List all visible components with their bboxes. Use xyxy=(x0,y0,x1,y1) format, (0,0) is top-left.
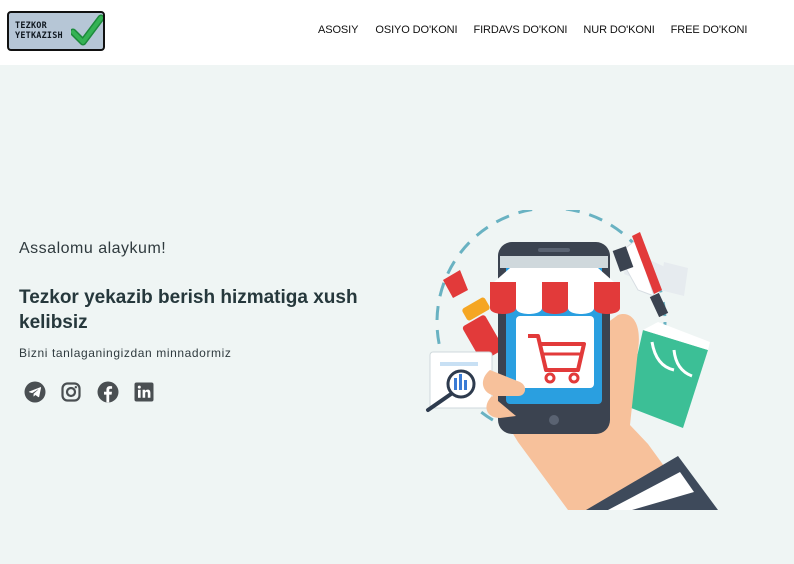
logo-text-line1: TEZKOR xyxy=(15,21,47,31)
logo-text: TEZKOR YETKAZISH xyxy=(15,21,73,41)
document-chart-icon xyxy=(426,351,493,412)
main-nav: ASOSIY OSIYO DO'KONI FIRDAVS DO'KONI NUR… xyxy=(318,22,747,38)
linkedin-icon xyxy=(134,382,154,402)
facebook-link[interactable] xyxy=(96,380,120,404)
nav-item-free-dokoni[interactable]: FREE DO'KONI xyxy=(671,22,748,38)
linkedin-link[interactable] xyxy=(132,380,156,404)
nav-item-firdavs-dokoni[interactable]: FIRDAVS DO'KONI xyxy=(473,22,567,38)
telegram-icon xyxy=(24,381,46,403)
nav-item-osiyo-dokoni[interactable]: OSIYO DO'KONI xyxy=(375,22,457,38)
instagram-icon xyxy=(61,382,81,402)
store-awning-icon xyxy=(490,256,620,314)
logo-text-line2: YETKAZISH xyxy=(15,31,63,41)
instagram-link[interactable] xyxy=(59,380,83,404)
facebook-icon xyxy=(97,381,119,403)
hero-title: Tezkor yekazib berish hizmatiga xush kel… xyxy=(19,287,358,333)
site-header: TEZKOR YETKAZISH ASOSIY OSIYO DO'KONI FI… xyxy=(0,0,794,65)
nav-item-asosiy[interactable]: ASOSIY xyxy=(318,22,358,38)
hero-subtitle: Bizni tanlaganingizdan minnadormiz xyxy=(19,346,232,360)
telegram-link[interactable] xyxy=(23,380,47,404)
hero-greeting: Assalomu alaykum! xyxy=(19,240,167,257)
nav-item-nur-dokoni[interactable]: NUR DO'KONI xyxy=(583,22,654,38)
shopping-illustration xyxy=(426,210,718,510)
megaphone-icon xyxy=(612,232,688,318)
site-logo[interactable]: TEZKOR YETKAZISH xyxy=(7,11,105,51)
checkmark-icon xyxy=(71,14,103,46)
